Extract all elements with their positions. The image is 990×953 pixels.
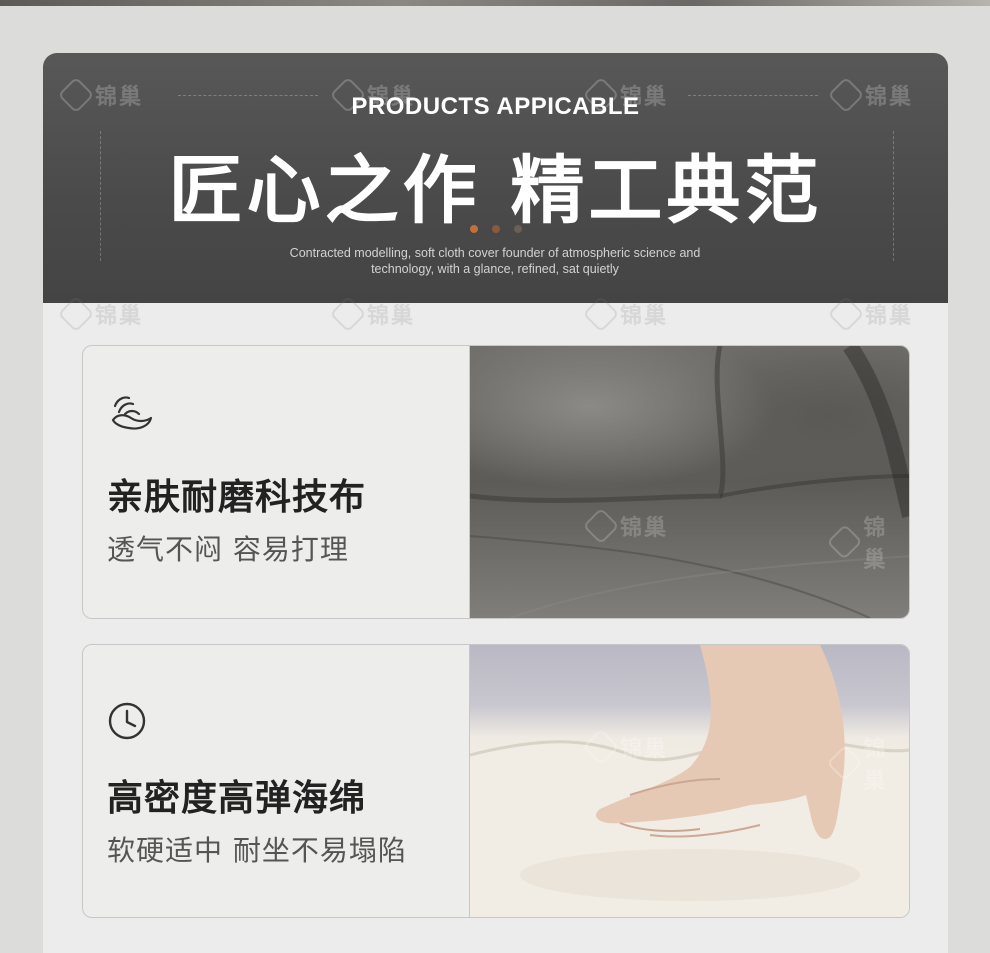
brand-logo-icon (57, 295, 95, 333)
feature-subtitle: 软硬适中 耐坐不易塌陷 (107, 834, 407, 867)
brand-logo-icon (582, 728, 620, 766)
hero-description: Contracted modelling, soft cloth cover f… (245, 245, 745, 277)
watermark: 锦巢 (582, 728, 668, 766)
feature-text: 亲肤耐磨科技布 透气不闷 容易打理 (83, 346, 469, 618)
watermark: 锦巢 (827, 295, 913, 333)
leather-texture-illustration (470, 346, 909, 618)
dot-active (469, 225, 478, 233)
watermark: 锦巢 (582, 295, 668, 333)
top-image-strip (0, 0, 990, 6)
feature-title: 高密度高弹海绵 (107, 778, 367, 819)
watermark: 锦巢 (329, 295, 415, 333)
brand-logo-icon (582, 507, 620, 545)
feature-text: 高密度高弹海绵 软硬适中 耐坐不易塌陷 (83, 645, 469, 917)
watermark: 锦巢 (826, 731, 909, 795)
brand-logo-icon (826, 523, 863, 561)
carousel-dots (43, 225, 948, 233)
foam-cushion-image: 锦巢 锦巢 (469, 645, 909, 917)
feature-card-foam: 高密度高弹海绵 软硬适中 耐坐不易塌陷 锦巢 锦巢 (82, 644, 910, 918)
hand-wave-icon (111, 396, 153, 430)
dot (491, 225, 500, 233)
watermark: 锦巢 (57, 295, 143, 333)
watermark: 锦巢 (826, 510, 909, 574)
dot (513, 225, 522, 233)
brand-logo-icon (329, 295, 367, 333)
product-panel: 锦巢 锦巢 锦巢 锦巢 PRODUCTS APPICABLE 匠心之作 精工典范… (43, 53, 948, 953)
hero-description-line: Contracted modelling, soft cloth cover f… (289, 246, 701, 260)
brand-logo-icon (826, 744, 863, 782)
brand-logo-icon (827, 295, 865, 333)
feature-card-fabric: 亲肤耐磨科技布 透气不闷 容易打理 锦巢 锦巢 (82, 345, 910, 619)
brand-logo-icon (582, 295, 620, 333)
hero-subtitle: PRODUCTS APPICABLE (351, 93, 640, 120)
hero-title: 匠心之作 精工典范 (168, 148, 823, 234)
clock-icon (108, 702, 146, 740)
watermark: 锦巢 (582, 507, 668, 545)
leather-sofa-image: 锦巢 锦巢 (469, 346, 909, 618)
feature-subtitle: 透气不闷 容易打理 (107, 533, 349, 566)
feature-title: 亲肤耐磨科技布 (107, 477, 367, 518)
hero-description-line: technology, with a glance, refined, sat … (371, 262, 619, 276)
hero-banner: 锦巢 锦巢 锦巢 锦巢 PRODUCTS APPICABLE 匠心之作 精工典范… (43, 53, 948, 303)
